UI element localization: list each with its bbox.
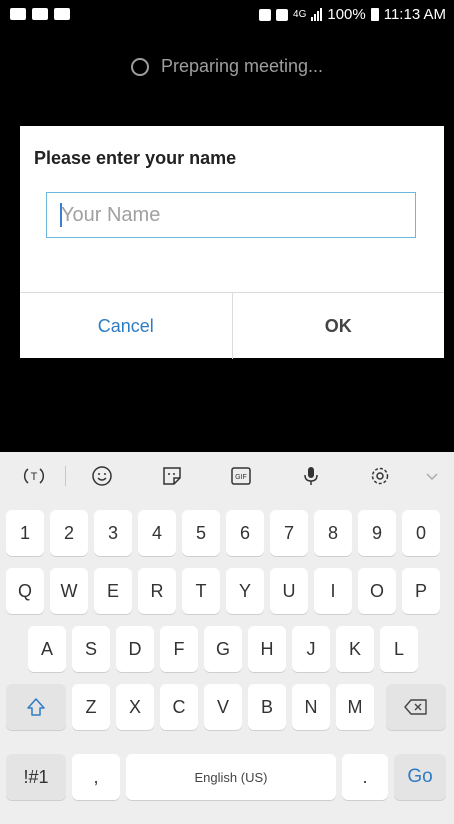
svg-text:T: T — [31, 471, 38, 483]
loading-spinner-icon — [130, 57, 149, 76]
status-right: 4G 100% 11:13 AM — [259, 6, 446, 23]
preparing-status: Preparing meeting... — [0, 56, 454, 77]
notification-icons — [10, 8, 70, 20]
key-1[interactable]: 1 — [6, 510, 44, 556]
keyboard: T GIF 1 2 3 4 5 6 7 8 9 0 Q W E R T Y U … — [0, 452, 454, 824]
key-9[interactable]: 9 — [358, 510, 396, 556]
key-o[interactable]: O — [358, 568, 396, 614]
key-8[interactable]: 8 — [314, 510, 352, 556]
key-g[interactable]: G — [204, 626, 242, 672]
key-u[interactable]: U — [270, 568, 308, 614]
text-recognition-icon[interactable]: T — [22, 464, 46, 488]
status-bar: 4G 100% 11:13 AM — [0, 0, 454, 30]
chevron-down-icon[interactable] — [420, 464, 444, 488]
key-0[interactable]: 0 — [402, 510, 440, 556]
key-d[interactable]: D — [116, 626, 154, 672]
key-c[interactable]: C — [160, 684, 198, 730]
key-7[interactable]: 7 — [270, 510, 308, 556]
keyboard-toolbar: T GIF — [0, 452, 454, 500]
key-w[interactable]: W — [50, 568, 88, 614]
go-key[interactable]: Go — [394, 754, 446, 800]
clock: 11:13 AM — [383, 6, 446, 23]
symbols-key[interactable]: !#1 — [6, 754, 66, 800]
name-input[interactable] — [46, 192, 416, 238]
key-i[interactable]: I — [314, 568, 352, 614]
microphone-icon[interactable] — [299, 464, 323, 488]
key-f[interactable]: F — [160, 626, 198, 672]
key-r[interactable]: R — [138, 568, 176, 614]
signal-icon — [311, 8, 323, 21]
comma-key[interactable]: , — [72, 754, 120, 800]
preparing-text: Preparing meeting... — [160, 56, 324, 76]
svg-text:GIF: GIF — [235, 474, 247, 481]
text-cursor — [60, 203, 62, 227]
key-x[interactable]: X — [116, 684, 154, 730]
dialog-title: Please enter your name — [34, 148, 237, 168]
key-5[interactable]: 5 — [182, 510, 220, 556]
key-j[interactable]: J — [292, 626, 330, 672]
image-notification-icon — [10, 8, 26, 20]
dialog-buttons: Cancel OK — [20, 292, 444, 359]
toolbar-divider — [65, 466, 66, 486]
key-n[interactable]: N — [292, 684, 330, 730]
settings-icon[interactable] — [368, 464, 392, 488]
key-3[interactable]: 3 — [94, 510, 132, 556]
backspace-key[interactable] — [386, 684, 446, 730]
key-k[interactable]: K — [336, 626, 374, 672]
sticker-icon[interactable] — [160, 464, 184, 488]
gif-icon[interactable]: GIF — [229, 464, 253, 488]
key-2[interactable]: 2 — [50, 510, 88, 556]
emoji-icon[interactable] — [90, 464, 114, 488]
ok-button[interactable]: OK — [233, 293, 445, 359]
key-6[interactable]: 6 — [226, 510, 264, 556]
key-p[interactable]: P — [402, 568, 440, 614]
shift-key[interactable] — [6, 684, 66, 730]
key-h[interactable]: H — [248, 626, 286, 672]
battery-icon — [370, 8, 379, 21]
key-a[interactable]: A — [28, 626, 66, 672]
key-b[interactable]: B — [248, 684, 286, 730]
name-dialog: Please enter your name Cancel OK — [20, 126, 444, 359]
key-s[interactable]: S — [72, 626, 110, 672]
key-v[interactable]: V — [204, 684, 242, 730]
key-q[interactable]: Q — [6, 568, 44, 614]
key-z[interactable]: Z — [72, 684, 110, 730]
video-notification-icon — [54, 8, 70, 20]
space-key[interactable]: English (US) — [126, 754, 336, 800]
period-key[interactable]: . — [342, 754, 388, 800]
network-type: 4G — [293, 9, 307, 20]
key-y[interactable]: Y — [226, 568, 264, 614]
backspace-icon — [404, 699, 427, 715]
battery-percent: 100% — [327, 6, 366, 23]
key-4[interactable]: 4 — [138, 510, 176, 556]
key-e[interactable]: E — [94, 568, 132, 614]
key-l[interactable]: L — [380, 626, 418, 672]
cancel-button[interactable]: Cancel — [20, 293, 233, 359]
key-m[interactable]: M — [336, 684, 374, 730]
alarm-icon — [259, 8, 272, 21]
mute-icon — [276, 8, 289, 21]
activity-notification-icon — [32, 8, 48, 20]
key-t[interactable]: T — [182, 568, 220, 614]
shift-arrow-icon — [27, 698, 45, 716]
